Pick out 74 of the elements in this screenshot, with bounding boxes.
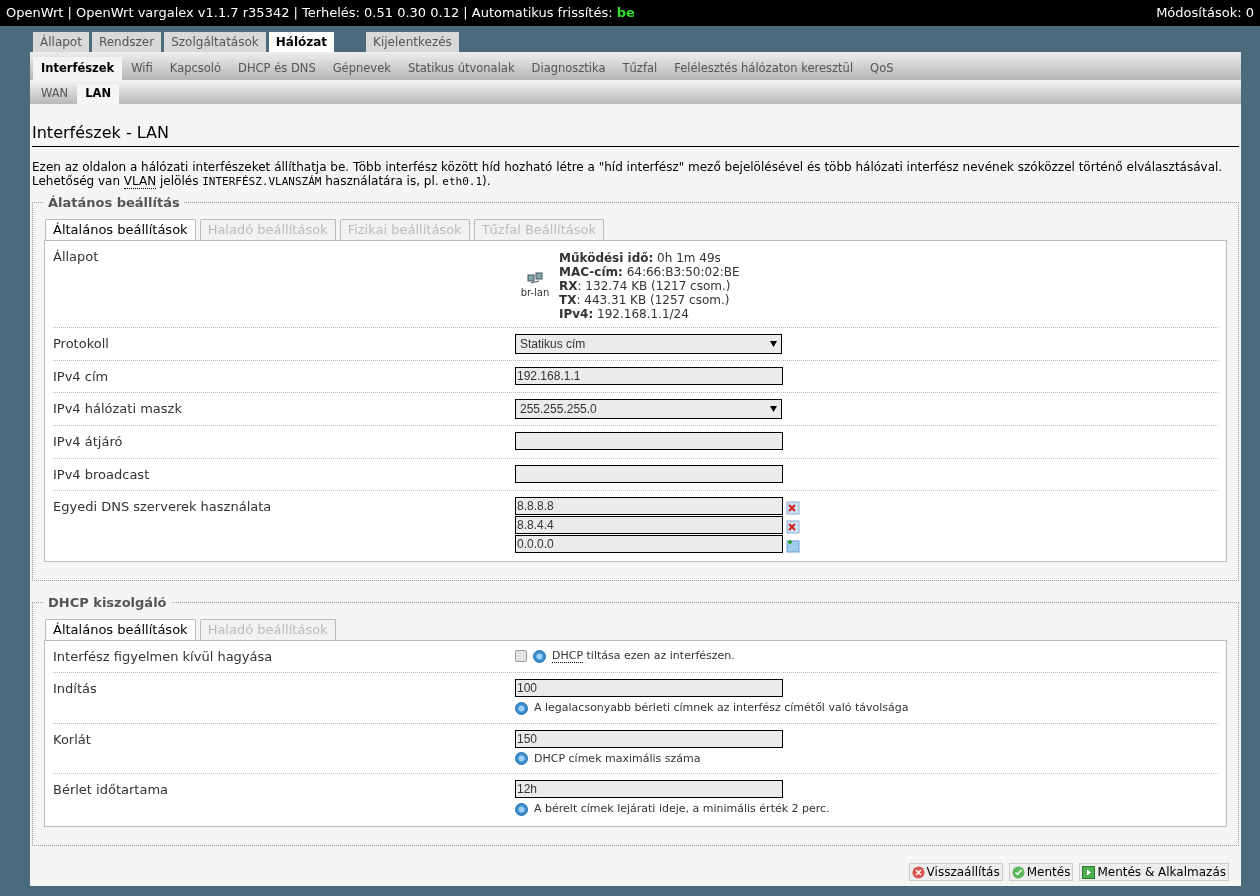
field-hint: DHCP tiltása ezen az interfészen. — [552, 648, 735, 665]
help-icon — [515, 802, 528, 816]
text-field[interactable]: 0.0.0.0 — [515, 535, 783, 553]
sub-tab[interactable]: Wifi — [123, 57, 161, 80]
sub-tab[interactable]: Gépnevek — [324, 57, 399, 80]
action-button[interactable]: Visszaállítás — [908, 863, 1003, 881]
field-label: Bérlet időtartama — [53, 781, 170, 799]
section-tab[interactable]: Általános beállítások — [45, 618, 196, 640]
help-icon — [533, 649, 546, 663]
field-label: Interfész figyelmen kívül hagyása — [53, 647, 274, 666]
field-label: Indítás — [53, 680, 98, 698]
iface-tab[interactable]: LAN — [77, 84, 120, 104]
check-icon — [1011, 865, 1025, 879]
text-field[interactable]: 12h — [515, 780, 783, 798]
section-tab[interactable]: Általános beállítások — [45, 218, 196, 240]
text-field[interactable]: 192.168.1.1 — [515, 366, 783, 385]
section-legend: DHCP kiszolgáló — [44, 593, 171, 613]
field-label: IPv4 hálózati maszk — [53, 400, 183, 418]
text-field[interactable]: 8.8.8.8 — [515, 497, 783, 515]
remove-icon[interactable] — [786, 501, 800, 515]
sub-tab[interactable]: QoS — [862, 57, 902, 80]
play-icon — [1082, 865, 1096, 879]
field-label: Protokoll — [53, 334, 110, 353]
sub-tab[interactable]: Kapcsoló — [161, 57, 230, 80]
select-field[interactable]: Statikus cím — [515, 333, 782, 354]
field-label: IPv4 cím — [53, 367, 110, 386]
page-description: Ezen az oldalon a hálózati interfészeket állíthatja be. Több interfész között híd hozható létre a "híd interfész" mező bejelölésével és több hálózati interfész nevének szóközzel történő elválasztásával. Lehetőség van VLAN jelölés INTERFÉSZ.VLANSZÁM használatára is, pl. eth0.1). — [32, 160, 1224, 189]
status-line: RX: 132.74 KB (1217 csom.) — [559, 278, 732, 293]
main-tab[interactable]: Kijelentkezés — [366, 32, 459, 52]
sub-tab[interactable]: Interfészek — [33, 57, 123, 80]
help-icon — [515, 752, 528, 766]
main-tab[interactable]: Rendszer — [91, 32, 162, 52]
field-hint: A bérelt címek lejárati ideje, a minimális érték 2 perc. — [534, 801, 830, 817]
select-field[interactable]: 255.255.255.0 — [515, 399, 782, 419]
status-line: Működési idő: 0h 1m 49s — [559, 250, 722, 265]
field-label: Állapot — [53, 247, 100, 266]
main-tab[interactable]: Szolgáltatások — [164, 32, 266, 52]
field-label: IPv4 broadcast — [53, 465, 151, 484]
cancel-icon — [911, 865, 925, 879]
text-field[interactable] — [515, 432, 783, 450]
status-line: TX: 443.31 KB (1257 csom.) — [559, 292, 731, 307]
status-line: MAC-cím: 64:66:B3:50:02:BE — [559, 264, 740, 279]
sub-tab[interactable]: Diagnosztika — [523, 57, 614, 80]
status-line: IPv4: 192.168.1.1/24 — [559, 306, 690, 321]
field-hint: A legalacsonyabb bérleti címnek az interfész címétől való távolsága — [534, 700, 909, 716]
network-icon — [527, 271, 543, 285]
dropdown-arrow-icon — [770, 340, 777, 347]
section-legend: Álatános beállítás — [44, 193, 184, 213]
field-label: Korlát — [53, 730, 92, 749]
help-icon — [515, 701, 528, 715]
text-field[interactable]: 8.8.4.4 — [515, 516, 783, 534]
dropdown-arrow-icon — [770, 406, 777, 412]
add-icon[interactable] — [786, 539, 800, 553]
action-button[interactable]: Mentés & Alkalmazás — [1079, 863, 1229, 881]
changes-count[interactable]: Módosítások: 0 — [1156, 3, 1254, 23]
text-field[interactable] — [515, 464, 783, 483]
checkbox[interactable] — [515, 650, 527, 663]
action-button[interactable]: Mentés — [1008, 863, 1074, 881]
sub-tab[interactable]: Statikus útvonalak — [399, 57, 523, 80]
field-hint: DHCP címek maximális száma — [534, 750, 701, 767]
page-title: Interfészek - LAN — [32, 121, 1239, 147]
iface-tab[interactable]: WAN — [33, 84, 77, 104]
text-field[interactable]: 100 — [515, 679, 783, 697]
sub-tab[interactable]: DHCP és DNS — [230, 57, 324, 80]
header-title: OpenWrt | OpenWrt vargalex v1.1.7 r35342 | Terhelés: 0.51 0.30 0.12 | Automatikus frissítés: be — [6, 4, 635, 23]
main-tab[interactable]: Állapot — [33, 32, 89, 52]
text-field[interactable]: 150 — [515, 729, 783, 748]
remove-icon[interactable] — [786, 520, 800, 534]
field-label: Egyedi DNS szerverek használata — [53, 498, 273, 516]
sub-tab[interactable]: Felélesztés hálózaton keresztül — [666, 57, 862, 80]
field-label: IPv4 átjáró — [53, 433, 124, 451]
sub-tab[interactable]: Tűzfal — [614, 57, 666, 80]
main-tab[interactable]: Hálózat — [268, 32, 335, 52]
device-name: br-lan — [520, 286, 550, 300]
